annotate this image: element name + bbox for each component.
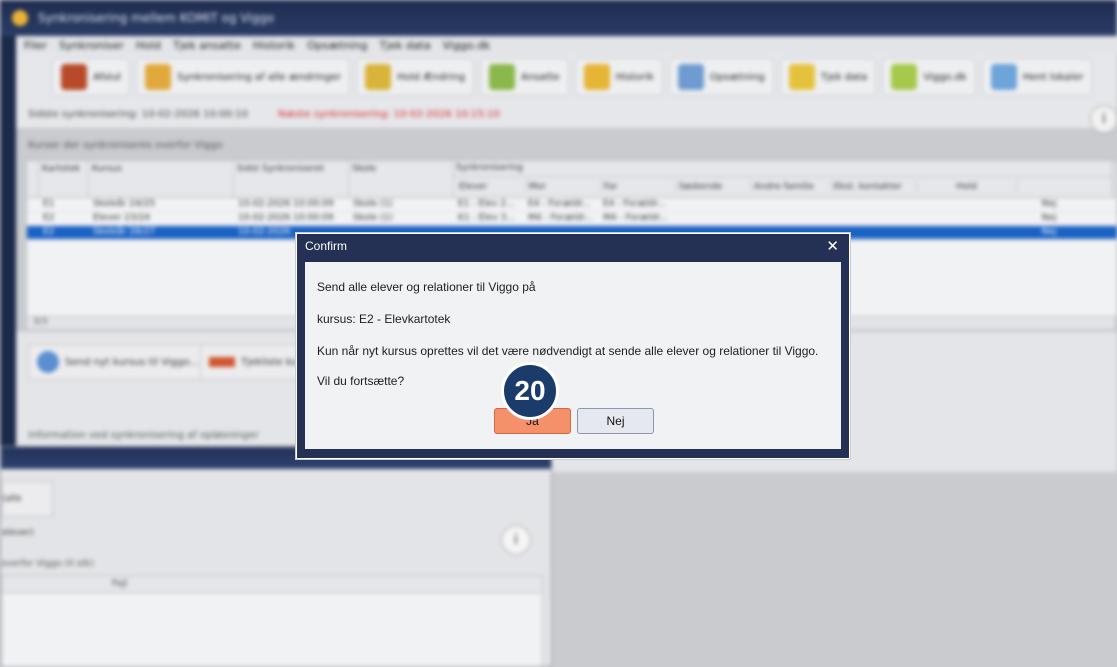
settings-button[interactable]: Opsætning <box>668 58 774 96</box>
info-section-label: Information ved synkronisering af opløsn… <box>28 430 259 441</box>
send-icon <box>37 351 59 373</box>
exit-icon <box>61 64 87 90</box>
menu-item-hold[interactable]: Hold <box>136 39 161 52</box>
table-row[interactable]: E1 Skoleår 24/25 10-02-2026 10:00:09 Sko… <box>27 198 1117 212</box>
staff-icon <box>489 64 516 90</box>
app-titlebar: Synkronisering mellem KOMIT og Viggo <box>0 0 1117 36</box>
confirm-dialog: Confirm ✕ Send alle elever og relationer… <box>296 233 850 459</box>
grid-section-label: Kurser der synkroniseres overfor Viggo <box>28 140 223 151</box>
checklist-icon <box>209 357 235 367</box>
dialog-message-line2: kursus: E2 - Elevkartotek <box>317 312 451 326</box>
sync-status-row: Sidste synkronisering: 10-02-2026 10:00:… <box>16 100 1117 128</box>
dialog-message-line1: Send alle elever og relationer til Viggo… <box>317 280 536 294</box>
close-icon[interactable]: ✕ <box>826 237 839 255</box>
menu-item-synkroniser[interactable]: Synkroniser <box>59 39 124 52</box>
dialog-title: Confirm <box>305 239 348 253</box>
grid-header: Kartotek Kursus Sidst Synkroniseret Skol… <box>27 161 1117 198</box>
all-students-button[interactable]: (alle elever) <box>1 481 53 538</box>
info-icon[interactable]: i <box>1090 105 1117 133</box>
col-synkronisering: Synkronisering Elever Mor Far Søskende A… <box>454 161 1114 197</box>
check-data-button[interactable]: Tjek data <box>779 58 877 96</box>
send-new-course-button[interactable]: Send nyt kursus til Viggo... <box>28 344 208 380</box>
info-icon-secondary[interactable]: i <box>501 525 531 555</box>
col-kursus[interactable]: Kursus <box>89 161 234 197</box>
app-logo-icon <box>12 10 28 26</box>
fetch-rooms-button[interactable]: Hent lokaler <box>981 58 1093 96</box>
hold-change-button[interactable]: Hold Ændring <box>356 58 475 96</box>
table-row[interactable]: E2 Elever 23/24 10-02-2026 10:00:09 Skol… <box>27 212 1117 226</box>
app-title: Synkronisering mellem KOMIT og Viggo <box>38 11 275 25</box>
key-icon <box>365 64 392 90</box>
col-fejl: Fejl <box>2 576 542 593</box>
dialog-question: Vil du fortsætte? <box>317 374 405 388</box>
toolbar: Afslut Synkronisering af alle ændringer … <box>16 54 1117 100</box>
last-sync-text: Sidste synkronisering: 10-02-2026 10:00:… <box>28 108 249 120</box>
next-sync-text: Næste synkronisering: 10-02-2026 10:15:1… <box>278 108 500 120</box>
exit-button[interactable]: Afslut <box>52 58 131 96</box>
sync-all-button[interactable]: Synkronisering af alle ændringer <box>136 58 351 96</box>
user-blue-icon <box>990 64 1017 90</box>
menu-item-historik[interactable]: Historik <box>253 39 295 52</box>
sync-icon <box>145 64 172 90</box>
secondary-grid: Fejl <box>1 575 543 667</box>
left-frame <box>0 36 16 466</box>
col-sidst[interactable]: Sidst Synkroniseret <box>234 161 349 197</box>
step-number-badge: 20 <box>501 362 559 420</box>
menu-item-tjek-data[interactable]: Tjek data <box>379 39 430 52</box>
no-button[interactable]: Nej <box>577 408 654 434</box>
col-skole[interactable]: Skole <box>349 161 454 197</box>
menu-item-viggo[interactable]: Viggo.dk <box>443 39 491 52</box>
secondary-window: (alle elever) i overfor Viggo (0 stk) Fe… <box>0 446 552 667</box>
folder-icon <box>583 64 610 90</box>
settings-icon <box>677 64 704 90</box>
menu-item-tjek-ansatte[interactable]: Tjek ansatte <box>173 39 241 52</box>
dialog-message-line3: Kun når nyt kursus oprettes vil det være… <box>317 344 819 358</box>
viggo-button[interactable]: Viggo.dk <box>882 58 976 96</box>
user-icon <box>891 64 918 90</box>
history-button[interactable]: Historik <box>574 58 663 96</box>
secondary-grid-label: overfor Viggo (0 stk) <box>1 559 94 569</box>
staff-button[interactable]: Ansatte <box>480 58 569 96</box>
check-data-icon <box>788 64 815 90</box>
menu-item-opsaetning[interactable]: Opsætning <box>307 39 367 52</box>
col-kartotek[interactable]: Kartotek <box>39 161 89 197</box>
menu-item-filer[interactable]: Filer <box>24 39 47 52</box>
menu-bar: Filer Synkroniser Hold Tjek ansatte Hist… <box>16 36 1117 54</box>
dialog-body: Send alle elever og relationer til Viggo… <box>305 262 841 449</box>
